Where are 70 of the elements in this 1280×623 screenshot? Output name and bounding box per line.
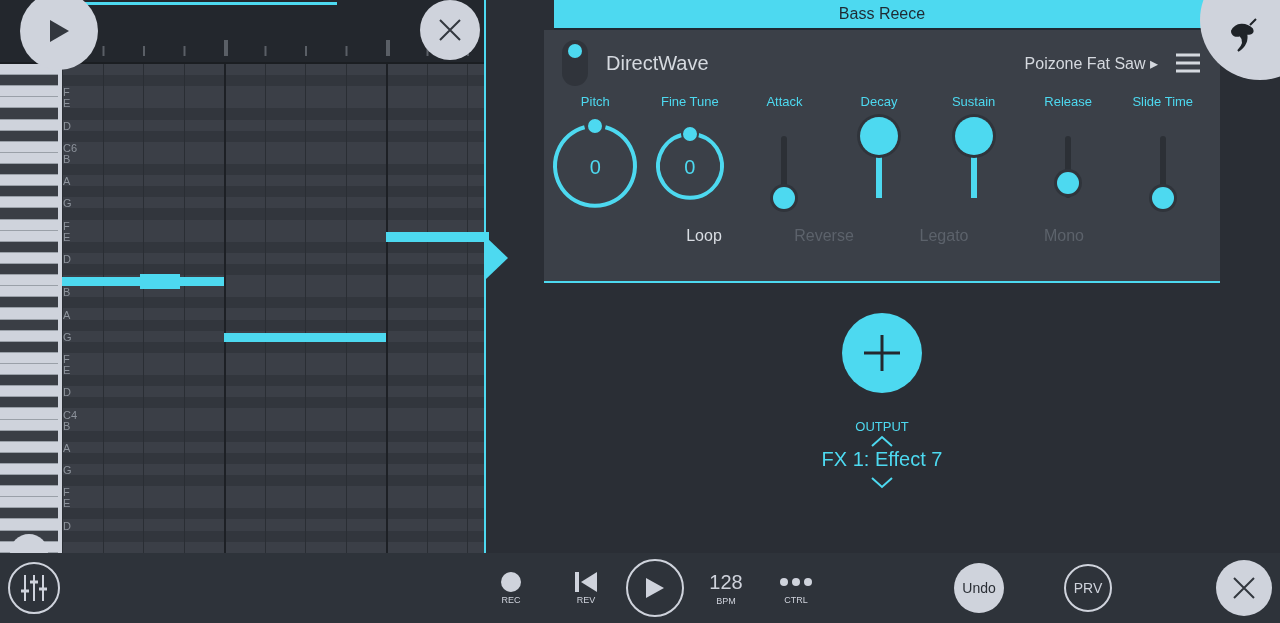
scroll-bar[interactable] [85, 2, 337, 5]
knob-label: Pitch [580, 94, 610, 109]
note-label: E [63, 498, 71, 510]
play-icon [645, 577, 665, 599]
close-button[interactable] [1216, 560, 1272, 616]
preset-name[interactable]: Poizone Fat Saw ▸ [1024, 53, 1158, 73]
note-label: A [63, 176, 71, 188]
knob[interactable] [551, 116, 640, 210]
controls-button[interactable]: CTRL [768, 571, 824, 605]
note-label: B [63, 154, 71, 165]
output-value[interactable]: FX 1: Effect 7 [821, 448, 943, 471]
note-label: C6 [63, 142, 78, 154]
note-grid[interactable]: F E D C6 B A G F E D B A G F E D C4 B A G F E D [62, 64, 484, 553]
note-label: D [63, 520, 71, 532]
note-label: D [63, 253, 71, 265]
note-label: B [63, 420, 71, 432]
note-block[interactable] [224, 332, 386, 342]
knob-value: 0 [684, 155, 696, 179]
slider-thumb[interactable] [1151, 187, 1174, 209]
slider-label: Sustain [951, 94, 996, 109]
piano-keyboard[interactable] [0, 64, 62, 553]
note-label: F [63, 220, 70, 232]
slider-label: Attack [766, 94, 803, 109]
note-label: A [63, 442, 71, 454]
output-label: OUTPUT [855, 419, 909, 434]
note-label: D [63, 120, 71, 132]
note-label: G [63, 465, 72, 477]
note-label: G [63, 331, 72, 343]
mixer-icon [19, 573, 49, 603]
menu-icon[interactable] [1176, 53, 1200, 73]
note-label: B [63, 287, 71, 299]
preview-button[interactable]: PRV [1064, 564, 1112, 612]
chevron-up-icon[interactable] [870, 434, 894, 448]
knob-label: Fine Tune [660, 94, 719, 109]
tempo-display[interactable]: 128 BPM [696, 570, 756, 606]
slider-thumb[interactable] [1057, 171, 1080, 194]
note-label: F [63, 487, 70, 499]
rewind-button[interactable]: REV [558, 571, 614, 605]
power-switch[interactable] [562, 40, 588, 86]
slider-thumb[interactable] [860, 117, 898, 155]
undo-button[interactable]: Undo [954, 563, 1004, 613]
note-label: F [63, 87, 70, 99]
note-label: F [63, 353, 70, 365]
record-icon [500, 571, 522, 593]
slider-label: Slide Time [1132, 94, 1194, 109]
slider-thumb[interactable] [954, 117, 993, 155]
note-label: D [63, 387, 71, 399]
knob-value: 0 [589, 155, 601, 179]
skip-back-icon [574, 571, 598, 593]
knob[interactable] [653, 124, 726, 202]
play-button[interactable] [626, 559, 684, 617]
plus-icon [864, 335, 900, 371]
plugin-name: DirectWave [606, 51, 710, 75]
mixer-button[interactable] [8, 562, 60, 614]
note-label: E [63, 231, 71, 243]
note-label: G [63, 198, 72, 210]
play-icon [48, 19, 70, 43]
note-label: A [63, 309, 71, 321]
record-button[interactable]: REC [486, 571, 536, 605]
option-toggle[interactable]: Loop [644, 227, 764, 245]
note-label: C4 [63, 409, 78, 421]
slider-label: Release [1044, 94, 1093, 109]
note-label: E [63, 365, 71, 377]
playhead-arrow-icon[interactable] [486, 237, 508, 279]
close-icon [1232, 576, 1256, 600]
slider-thumb[interactable] [773, 187, 796, 209]
note-label: E [63, 98, 71, 110]
chevron-down-icon[interactable] [870, 475, 894, 491]
slider-label: Decay [860, 94, 898, 109]
close-icon [438, 18, 462, 42]
